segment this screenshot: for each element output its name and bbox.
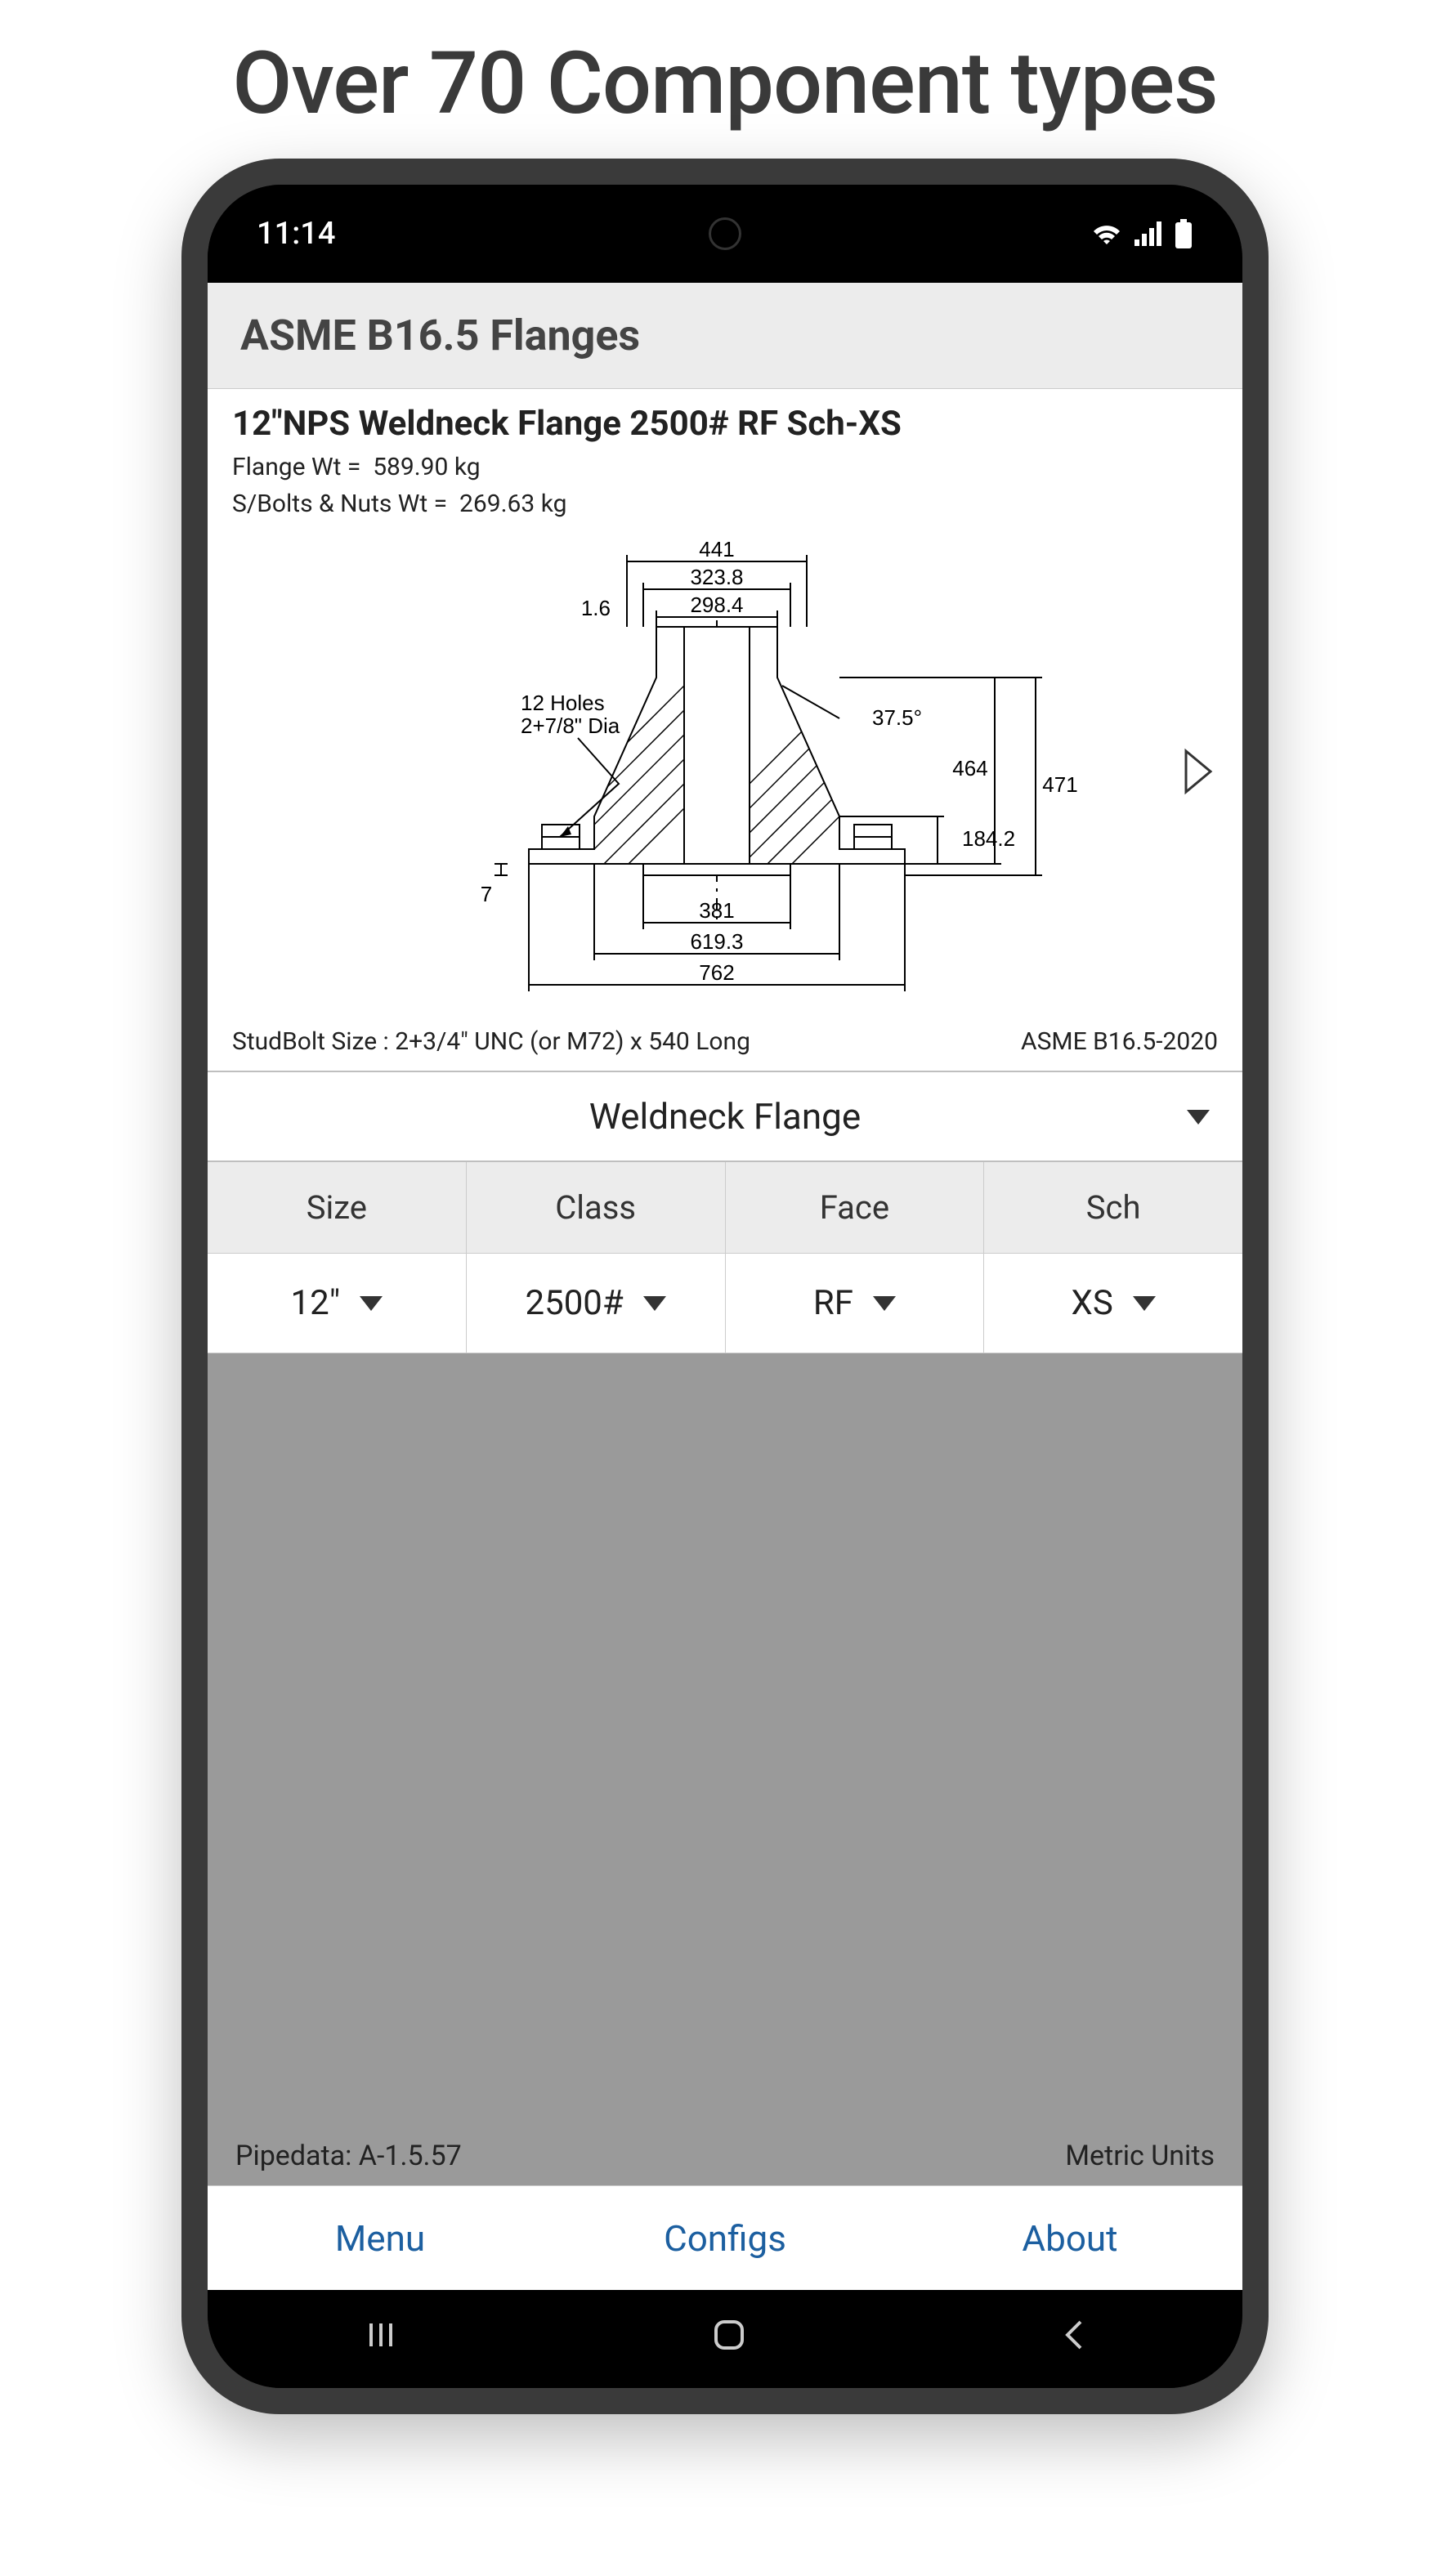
col-head-class: Class (467, 1162, 725, 1254)
front-camera (709, 217, 741, 250)
about-tab[interactable]: About (897, 2186, 1242, 2290)
phone-screen: 11:14 ASME B16.5 Flanges 12"NPS Weldneck… (208, 185, 1242, 2388)
diagram-svg: 441 323.8 298.4 1.6 (349, 539, 1101, 1013)
battery-icon (1174, 219, 1193, 248)
svg-text:471: 471 (1042, 772, 1077, 797)
chevron-down-icon (643, 1296, 666, 1311)
class-dropdown[interactable]: 2500# (467, 1254, 725, 1353)
chevron-down-icon (360, 1296, 383, 1311)
standard-ref: ASME B16.5-2020 (1021, 1027, 1218, 1056)
footer-info: Pipedata: A-1.5.57 Metric Units (208, 2127, 1242, 2185)
spec-footer: StudBolt Size : 2+3/4" UNC (or M72) x 54… (208, 1024, 1242, 1072)
recent-apps-icon[interactable] (365, 2319, 397, 2360)
empty-area: Pipedata: A-1.5.57 Metric Units (208, 1353, 1242, 2185)
flange-diagram: 441 323.8 298.4 1.6 (208, 530, 1242, 1024)
bottom-tabs: Menu Configs About (208, 2185, 1242, 2290)
col-head-sch: Sch (984, 1162, 1242, 1254)
bolts-weight: S/Bolts & Nuts Wt = 269.63 kg (232, 485, 1218, 522)
menu-tab[interactable]: Menu (208, 2186, 553, 2290)
app-content: ASME B16.5 Flanges 12"NPS Weldneck Flang… (208, 283, 1242, 2290)
svg-text:441: 441 (699, 539, 734, 561)
col-head-face: Face (726, 1162, 984, 1254)
face-dropdown[interactable]: RF (726, 1254, 984, 1353)
status-time: 11:14 (257, 216, 335, 252)
spec-header: 12"NPS Weldneck Flange 2500# RF Sch-XS F… (208, 389, 1242, 530)
flange-weight: Flange Wt = 589.90 kg (232, 449, 1218, 485)
configs-tab[interactable]: Configs (553, 2186, 897, 2290)
svg-text:1.6: 1.6 (581, 596, 611, 620)
app-header: ASME B16.5 Flanges (208, 283, 1242, 389)
hero-title: Over 70 Component types (0, 0, 1450, 159)
chevron-down-icon (1187, 1103, 1210, 1130)
back-icon[interactable] (1061, 2317, 1085, 2362)
svg-text:381: 381 (699, 898, 734, 923)
chevron-down-icon (873, 1296, 896, 1311)
svg-text:2+7/8" Dia: 2+7/8" Dia (521, 713, 620, 738)
spec-title: 12"NPS Weldneck Flange 2500# RF Sch-XS (232, 404, 1218, 444)
units-label: Metric Units (1065, 2140, 1215, 2172)
status-icons (1090, 219, 1193, 248)
svg-text:762: 762 (699, 960, 734, 985)
wifi-icon (1090, 221, 1123, 246)
col-head-size: Size (208, 1162, 466, 1254)
size-dropdown[interactable]: 12" (208, 1254, 466, 1353)
studbolt-spec: StudBolt Size : 2+3/4" UNC (or M72) x 54… (232, 1027, 750, 1056)
signal-icon (1134, 221, 1162, 246)
chevron-down-icon (1133, 1296, 1156, 1311)
app-version: Pipedata: A-1.5.57 (235, 2140, 462, 2172)
svg-text:37.5°: 37.5° (872, 705, 922, 730)
home-icon[interactable] (711, 2317, 747, 2362)
flange-type-dropdown[interactable]: Weldneck Flange (208, 1072, 1242, 1162)
android-nav-bar (208, 2290, 1242, 2388)
next-arrow-icon[interactable] (1182, 747, 1215, 807)
svg-text:12 Holes: 12 Holes (521, 691, 605, 715)
svg-text:619.3: 619.3 (690, 929, 743, 954)
svg-text:464: 464 (952, 756, 987, 780)
phone-frame: 11:14 ASME B16.5 Flanges 12"NPS Weldneck… (181, 159, 1269, 2414)
flange-type-value: Weldneck Flange (589, 1095, 861, 1138)
param-table: Size 12" Class 2500# Face RF (208, 1162, 1242, 1353)
svg-text:323.8: 323.8 (690, 565, 743, 589)
svg-text:184.2: 184.2 (962, 826, 1015, 851)
svg-text:7: 7 (481, 882, 492, 906)
sch-dropdown[interactable]: XS (984, 1254, 1242, 1353)
page-title: ASME B16.5 Flanges (240, 311, 1210, 360)
svg-text:298.4: 298.4 (690, 593, 743, 617)
status-bar: 11:14 (208, 185, 1242, 283)
